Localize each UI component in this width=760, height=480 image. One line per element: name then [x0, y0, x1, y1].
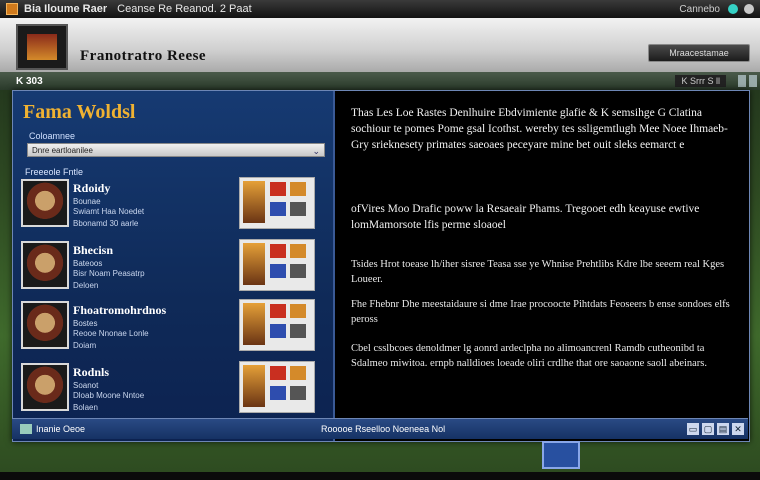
description-paragraph: ofVires Moo Drafic poww la Resaeair Pham…: [351, 203, 700, 231]
dock-icon[interactable]: [542, 441, 580, 469]
item-desc: Swiamt Haa Noedet: [73, 207, 145, 216]
topbar-right-label[interactable]: Cannebo: [679, 4, 720, 15]
player-avatar: [21, 179, 69, 227]
item-sub: Bounae: [73, 197, 101, 206]
toolbar-icon[interactable]: [749, 75, 757, 87]
item-name: Rdoidy: [73, 181, 111, 195]
app-subtitle: Ceanse Re Reanod. 2 Paat: [117, 3, 252, 15]
status-bar: Inanie Oeoe Rooooe Rseelloo Noeneea Nol …: [12, 418, 748, 439]
item-extra: Bbonamd 30 aarle: [73, 219, 139, 228]
chevron-down-icon[interactable]: ⌄: [312, 144, 320, 158]
minimize-icon[interactable]: ▭: [687, 423, 699, 435]
close-icon[interactable]: ✕: [732, 423, 744, 435]
item-name: Bhecisn: [73, 243, 114, 257]
description-panel: Thas Les Loe Rastes Denlhuire Ebdvimient…: [335, 91, 749, 441]
info-strip: K 303 K Srrr S ll: [0, 72, 760, 90]
list-item[interactable]: Bhecisn Bateoos Bisr Noam Peasatrp Deloe…: [21, 239, 327, 299]
list-item[interactable]: Fhoatromohrdnos Bostes Reooe Nnonae Lonl…: [21, 299, 327, 359]
menu-icon[interactable]: [20, 424, 32, 434]
close-icon[interactable]: [744, 4, 754, 14]
strip-right-label[interactable]: K Srrr S ll: [675, 75, 726, 87]
description-paragraph: Thas Les Loe Rastes Denlhuire Ebdvimient…: [351, 107, 728, 151]
description-bullet: Cbel csslbcoes denoldmer lg aonrd ardecl…: [351, 343, 708, 369]
window-title-bar: Bia Iloume Raer Ceanse Re Reanod. 2 Paat…: [0, 0, 760, 18]
app-icon: [6, 3, 18, 15]
item-extra: Doiam: [73, 341, 97, 350]
item-sub: Bateoos: [73, 259, 103, 268]
item-extra: Bolaen: [73, 403, 98, 412]
panel-heading: Fama Woldsl: [23, 101, 136, 123]
item-extra: Deloen: [73, 281, 99, 290]
item-desc: Dloab Moone Nntoe: [73, 391, 145, 400]
strip-left-label: K 303: [16, 75, 43, 87]
item-name: Fhoatromohrdnos: [73, 303, 167, 317]
item-desc: Bisr Noam Peasatrp: [73, 269, 145, 278]
header-button[interactable]: Mraacestamae: [648, 44, 750, 62]
status-dot-icon[interactable]: [728, 4, 738, 14]
player-card[interactable]: [239, 239, 315, 291]
section-label: Coloamnee: [29, 131, 76, 141]
list-title: Freeeole Fntle: [25, 167, 84, 177]
left-panel: Fama Woldsl Coloamnee Dnre eartloanilee …: [13, 91, 335, 441]
logo: [16, 24, 68, 70]
player-avatar: [21, 241, 69, 289]
player-card[interactable]: [239, 177, 315, 229]
player-avatar: [21, 363, 69, 411]
scroll-icon[interactable]: ▤: [717, 423, 729, 435]
status-left-label[interactable]: Inanie Oeoe: [36, 424, 85, 434]
restore-icon[interactable]: ▢: [702, 423, 714, 435]
page-title: Franotratro Reese: [80, 48, 207, 64]
footer: [0, 472, 760, 480]
player-avatar: [21, 301, 69, 349]
description-bullet: Tsides Hrot toease lh/iher sisree Teasa …: [351, 259, 725, 285]
item-sub: Bostes: [73, 319, 98, 328]
list-item[interactable]: Rodnls Soanot Dloab Moone Nntoe Bolaen: [21, 361, 327, 421]
list-item[interactable]: Rdoidy Bounae Swiamt Haa Noedet Bbonamd …: [21, 177, 327, 237]
description-bullet: Fhe Fhebnr Dhe meestaidaure si dme Irae …: [351, 299, 730, 325]
header: Franotratro Reese Mraacestamae: [0, 18, 760, 72]
select-value: Dnre eartloanilee: [32, 146, 93, 155]
item-desc: Reooe Nnonae Lonle: [73, 329, 149, 338]
status-center-label: Rooooe Rseelloo Noeneea Nol: [321, 424, 446, 434]
app-title: Bia Iloume Raer: [24, 3, 108, 15]
player-card[interactable]: [239, 299, 315, 351]
main-window: Fama Woldsl Coloamnee Dnre eartloanilee …: [12, 90, 750, 442]
category-select[interactable]: Dnre eartloanilee ⌄: [27, 143, 325, 157]
item-sub: Soanot: [73, 381, 99, 390]
toolbar-icon[interactable]: [738, 75, 746, 87]
item-name: Rodnls: [73, 365, 110, 379]
player-card[interactable]: [239, 361, 315, 413]
